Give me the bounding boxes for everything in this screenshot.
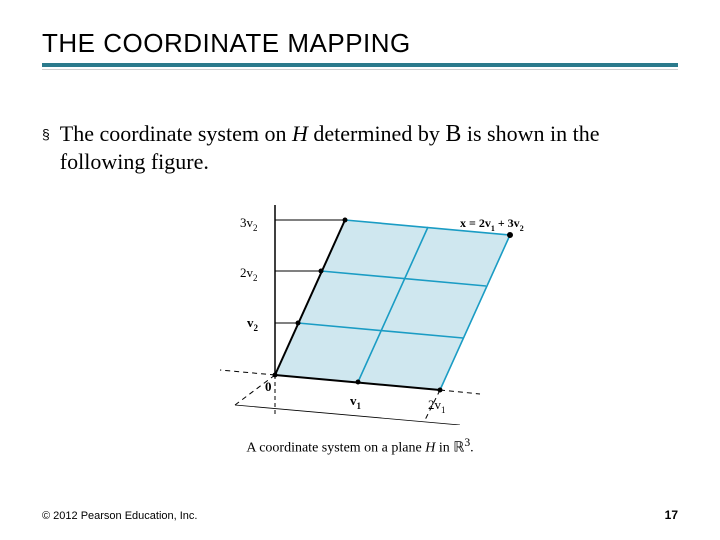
coordinate-plane-diagram: 0 v1 2v1 v2 2v2 3v2 x = 2v1 + 3v2 xyxy=(180,195,540,425)
title-underline-thin xyxy=(42,69,678,70)
figure-caption: A coordinate system on a plane H in ℝ3. xyxy=(180,436,540,457)
point-x xyxy=(507,232,513,238)
footer: © 2012 Pearson Education, Inc. 17 xyxy=(42,508,678,522)
axis-dash xyxy=(440,390,480,394)
label-3v2: 3v2 xyxy=(240,215,258,233)
tick-dot xyxy=(438,388,443,393)
var-H: H xyxy=(292,121,308,146)
caption-H: H xyxy=(425,441,435,456)
text-seg: The coordinate system on xyxy=(60,121,292,146)
bullet-marker: § xyxy=(42,120,50,148)
figure: 0 v1 2v1 v2 2v2 3v2 x = 2v1 + 3v2 A coor… xyxy=(180,195,540,457)
caption-seg: A coordinate system on a plane xyxy=(246,441,425,456)
label-v2: v2 xyxy=(247,315,259,333)
axis-dash xyxy=(220,370,275,375)
tick-dot xyxy=(356,380,361,385)
plane-edge xyxy=(235,405,460,425)
page-number: 17 xyxy=(665,508,678,522)
basis-B: B xyxy=(445,121,461,147)
body: § The coordinate system on H determined … xyxy=(42,120,678,176)
caption-R: ℝ xyxy=(453,441,464,456)
slide-title: THE COORDINATE MAPPING xyxy=(42,28,678,63)
copyright: © 2012 Pearson Education, Inc. xyxy=(42,510,197,522)
label-v1: v1 xyxy=(350,393,362,411)
caption-seg: in xyxy=(435,441,453,456)
text-seg: determined by xyxy=(308,121,445,146)
origin-dot xyxy=(273,373,278,378)
label-2v1: 2v1 xyxy=(428,397,446,415)
title-underline xyxy=(42,63,678,67)
figure-wrap: 0 v1 2v1 v2 2v2 3v2 x = 2v1 + 3v2 A coor… xyxy=(0,195,720,457)
label-x-eq: x = 2v1 + 3v2 xyxy=(460,216,524,233)
title-block: THE COORDINATE MAPPING xyxy=(42,28,678,70)
bullet-text: The coordinate system on H determined by… xyxy=(60,120,678,176)
caption-seg: . xyxy=(470,441,474,456)
label-origin: 0 xyxy=(265,379,272,394)
slide: THE COORDINATE MAPPING § The coordinate … xyxy=(0,0,720,540)
bullet-item: § The coordinate system on H determined … xyxy=(42,120,678,176)
label-2v2: 2v2 xyxy=(240,265,258,283)
